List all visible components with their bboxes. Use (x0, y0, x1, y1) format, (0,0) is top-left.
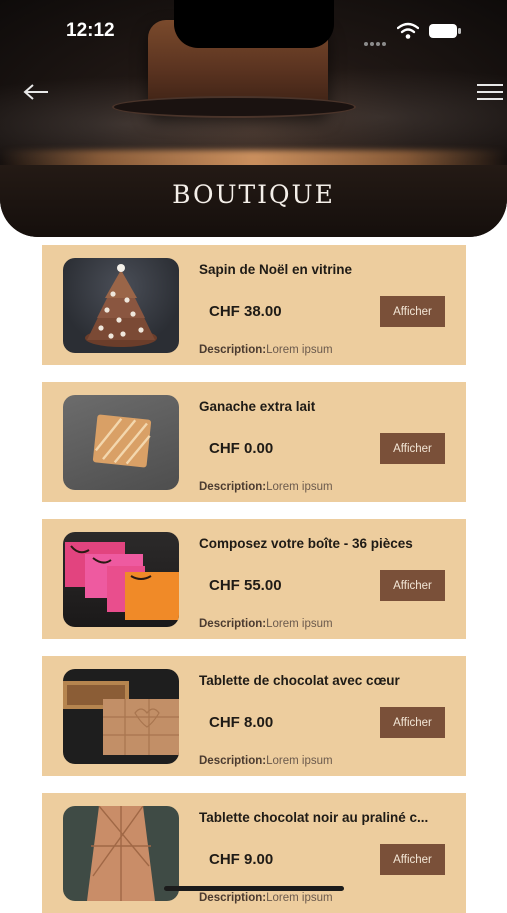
hamburger-menu-icon[interactable] (476, 82, 504, 102)
product-card[interactable]: Sapin de Noël en vitrine CHF 38.00 Affic… (42, 245, 466, 365)
product-description: Description:Lorem ipsum (199, 892, 333, 904)
product-price: CHF 0.00 (209, 440, 274, 457)
cake-stand-image (112, 96, 356, 118)
product-description: Description:Lorem ipsum (199, 618, 333, 630)
show-product-button[interactable]: Afficher (380, 296, 445, 327)
product-image[interactable] (63, 258, 179, 353)
product-name: Tablette chocolat noir au praliné c... (199, 810, 429, 825)
product-description: Description:Lorem ipsum (199, 755, 333, 767)
show-product-button[interactable]: Afficher (380, 707, 445, 738)
description-value: Lorem ipsum (266, 618, 333, 630)
product-description: Description:Lorem ipsum (199, 344, 333, 356)
product-card[interactable]: Composez votre boîte - 36 pièces CHF 55.… (42, 519, 466, 639)
product-card[interactable]: Ganache extra lait CHF 0.00 Afficher Des… (42, 382, 466, 502)
product-price: CHF 55.00 (209, 577, 282, 594)
wifi-icon (397, 22, 419, 39)
description-label: Description: (199, 755, 267, 767)
product-image[interactable] (63, 806, 179, 901)
show-product-button[interactable]: Afficher (380, 570, 445, 601)
battery-icon (429, 24, 461, 38)
product-name: Sapin de Noël en vitrine (199, 262, 353, 277)
product-description: Description:Lorem ipsum (199, 481, 333, 493)
product-price: CHF 8.00 (209, 714, 274, 731)
product-image[interactable] (63, 669, 179, 764)
description-label: Description: (199, 481, 267, 493)
page-title: BOUTIQUE (172, 180, 335, 209)
back-arrow-icon[interactable] (22, 82, 50, 102)
product-name: Ganache extra lait (199, 399, 316, 414)
status-time: 12:12 (66, 20, 115, 41)
show-product-button[interactable]: Afficher (380, 433, 445, 464)
description-value: Lorem ipsum (266, 755, 333, 767)
show-product-button[interactable]: Afficher (380, 844, 445, 875)
product-image[interactable] (63, 395, 179, 490)
description-label: Description: (199, 892, 267, 904)
product-name: Composez votre boîte - 36 pièces (199, 536, 413, 551)
product-price: CHF 9.00 (209, 851, 274, 868)
product-card[interactable]: Tablette chocolat noir au praliné c... C… (42, 793, 466, 913)
header-banner: BOUTIQUE 12:12 (0, 0, 507, 237)
product-name: Tablette de chocolat avec cœur (199, 673, 400, 688)
home-indicator[interactable] (164, 886, 344, 891)
description-label: Description: (199, 344, 267, 356)
signal-icon (364, 33, 390, 46)
product-price: CHF 38.00 (209, 303, 282, 320)
description-value: Lorem ipsum (266, 892, 333, 904)
description-value: Lorem ipsum (266, 344, 333, 356)
product-card[interactable]: Tablette de chocolat avec cœur CHF 8.00 … (42, 656, 466, 776)
description-label: Description: (199, 618, 267, 630)
description-value: Lorem ipsum (266, 481, 333, 493)
device-notch (174, 0, 334, 48)
product-image[interactable] (63, 532, 179, 627)
